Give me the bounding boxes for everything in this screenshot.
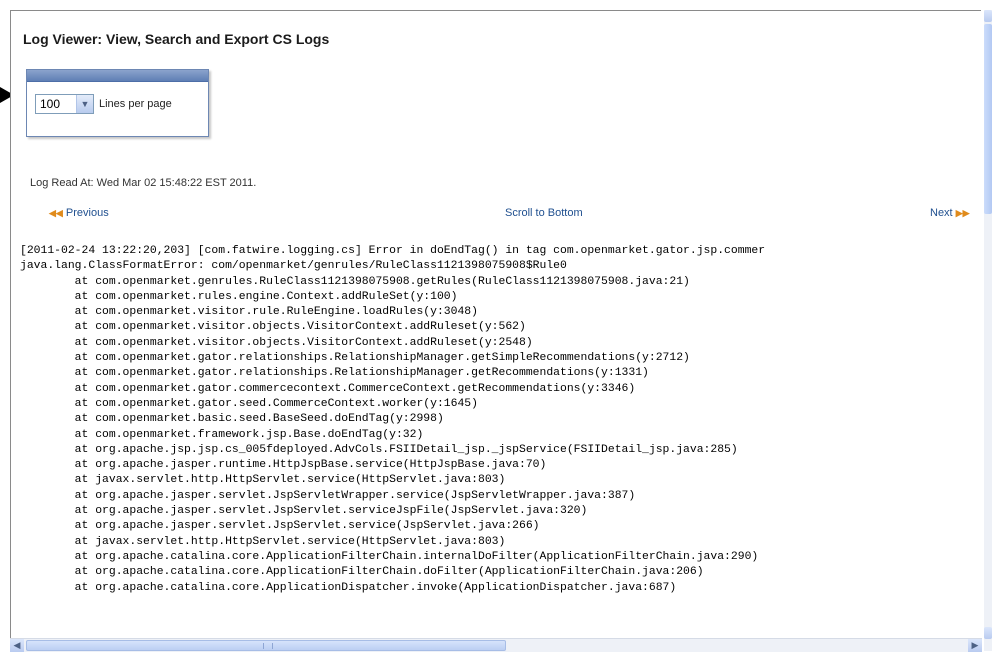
log-line: at org.apache.jasper.servlet.JspServlet.…: [20, 520, 540, 533]
lines-per-page-value: 100: [40, 97, 61, 111]
next-link[interactable]: Next ▶▶: [930, 207, 970, 219]
log-line: at com.openmarket.rules.engine.Context.a…: [20, 290, 458, 303]
log-line: at javax.servlet.http.HttpServlet.servic…: [20, 474, 506, 487]
log-read-timestamp: Log Read At: Wed Mar 02 15:48:22 EST 201…: [30, 177, 257, 189]
next-label: Next: [930, 207, 953, 219]
chevron-down-icon[interactable]: ▼: [76, 95, 93, 113]
vertical-scrollbar[interactable]: [984, 10, 992, 651]
horizontal-scrollbar[interactable]: ◀ ▶: [10, 638, 982, 652]
lines-per-page-control: 100 ▼ Lines per page: [35, 94, 172, 114]
log-line: [2011-02-24 13:22:20,203] [com.fatwire.l…: [20, 245, 766, 257]
log-line: at com.openmarket.visitor.rule.RuleEngin…: [20, 306, 478, 319]
log-line: at com.openmarket.gator.relationships.Re…: [20, 367, 649, 380]
double-chevron-right-icon: ▶▶: [955, 208, 970, 218]
log-line: at org.apache.jasper.runtime.HttpJspBase…: [20, 459, 547, 472]
log-line: at com.openmarket.framework.jsp.Base.doE…: [20, 428, 424, 441]
lines-per-page-panel: 100 ▼ Lines per page: [26, 69, 209, 137]
log-line: at javax.servlet.http.HttpServlet.servic…: [20, 535, 506, 548]
log-line: at org.apache.catalina.core.ApplicationF…: [20, 550, 759, 563]
log-content: [2011-02-24 13:22:20,203] [com.fatwire.l…: [20, 244, 765, 596]
scroll-grip: [263, 643, 273, 649]
lines-per-page-select[interactable]: 100 ▼: [35, 94, 94, 114]
previous-link[interactable]: ◀◀ Previous: [49, 207, 109, 219]
scroll-down-arrow[interactable]: [984, 627, 992, 639]
log-viewer-panel: Log Viewer: View, Search and Export CS L…: [10, 10, 981, 639]
horizontal-scroll-thumb[interactable]: [26, 640, 506, 651]
log-line: at com.openmarket.gator.seed.CommerceCon…: [20, 397, 478, 410]
log-line: at com.openmarket.gator.commercecontext.…: [20, 382, 636, 395]
previous-label: Previous: [65, 207, 109, 219]
log-line: at com.openmarket.gator.relationships.Re…: [20, 352, 690, 365]
vertical-scroll-thumb[interactable]: [984, 24, 992, 214]
log-line: at org.apache.catalina.core.ApplicationD…: [20, 581, 677, 594]
log-line: at com.openmarket.visitor.objects.Visito…: [20, 321, 526, 334]
log-line: at org.apache.jasper.servlet.JspServlet.…: [20, 505, 588, 518]
page-title: Log Viewer: View, Search and Export CS L…: [23, 31, 330, 47]
scroll-up-arrow[interactable]: [984, 10, 992, 22]
scroll-to-bottom-link[interactable]: Scroll to Bottom: [505, 207, 583, 219]
log-line: at org.apache.catalina.core.ApplicationF…: [20, 566, 704, 579]
log-line: at org.apache.jasper.servlet.JspServletW…: [20, 489, 636, 502]
log-line: at org.apache.jsp.jsp.cs_005fdeployed.Ad…: [20, 443, 738, 456]
log-line: at com.openmarket.visitor.objects.Visito…: [20, 336, 533, 349]
scroll-right-arrow[interactable]: ▶: [968, 639, 982, 652]
lines-per-page-label: Lines per page: [99, 98, 172, 110]
double-chevron-left-icon: ◀◀: [49, 208, 63, 218]
log-line: at com.openmarket.basic.seed.BaseSeed.do…: [20, 413, 444, 426]
log-line: java.lang.ClassFormatError: com/openmark…: [20, 260, 567, 273]
scroll-left-arrow[interactable]: ◀: [10, 639, 24, 652]
panel-header-bar: [27, 70, 208, 82]
log-line: at com.openmarket.genrules.RuleClass1121…: [20, 275, 690, 288]
